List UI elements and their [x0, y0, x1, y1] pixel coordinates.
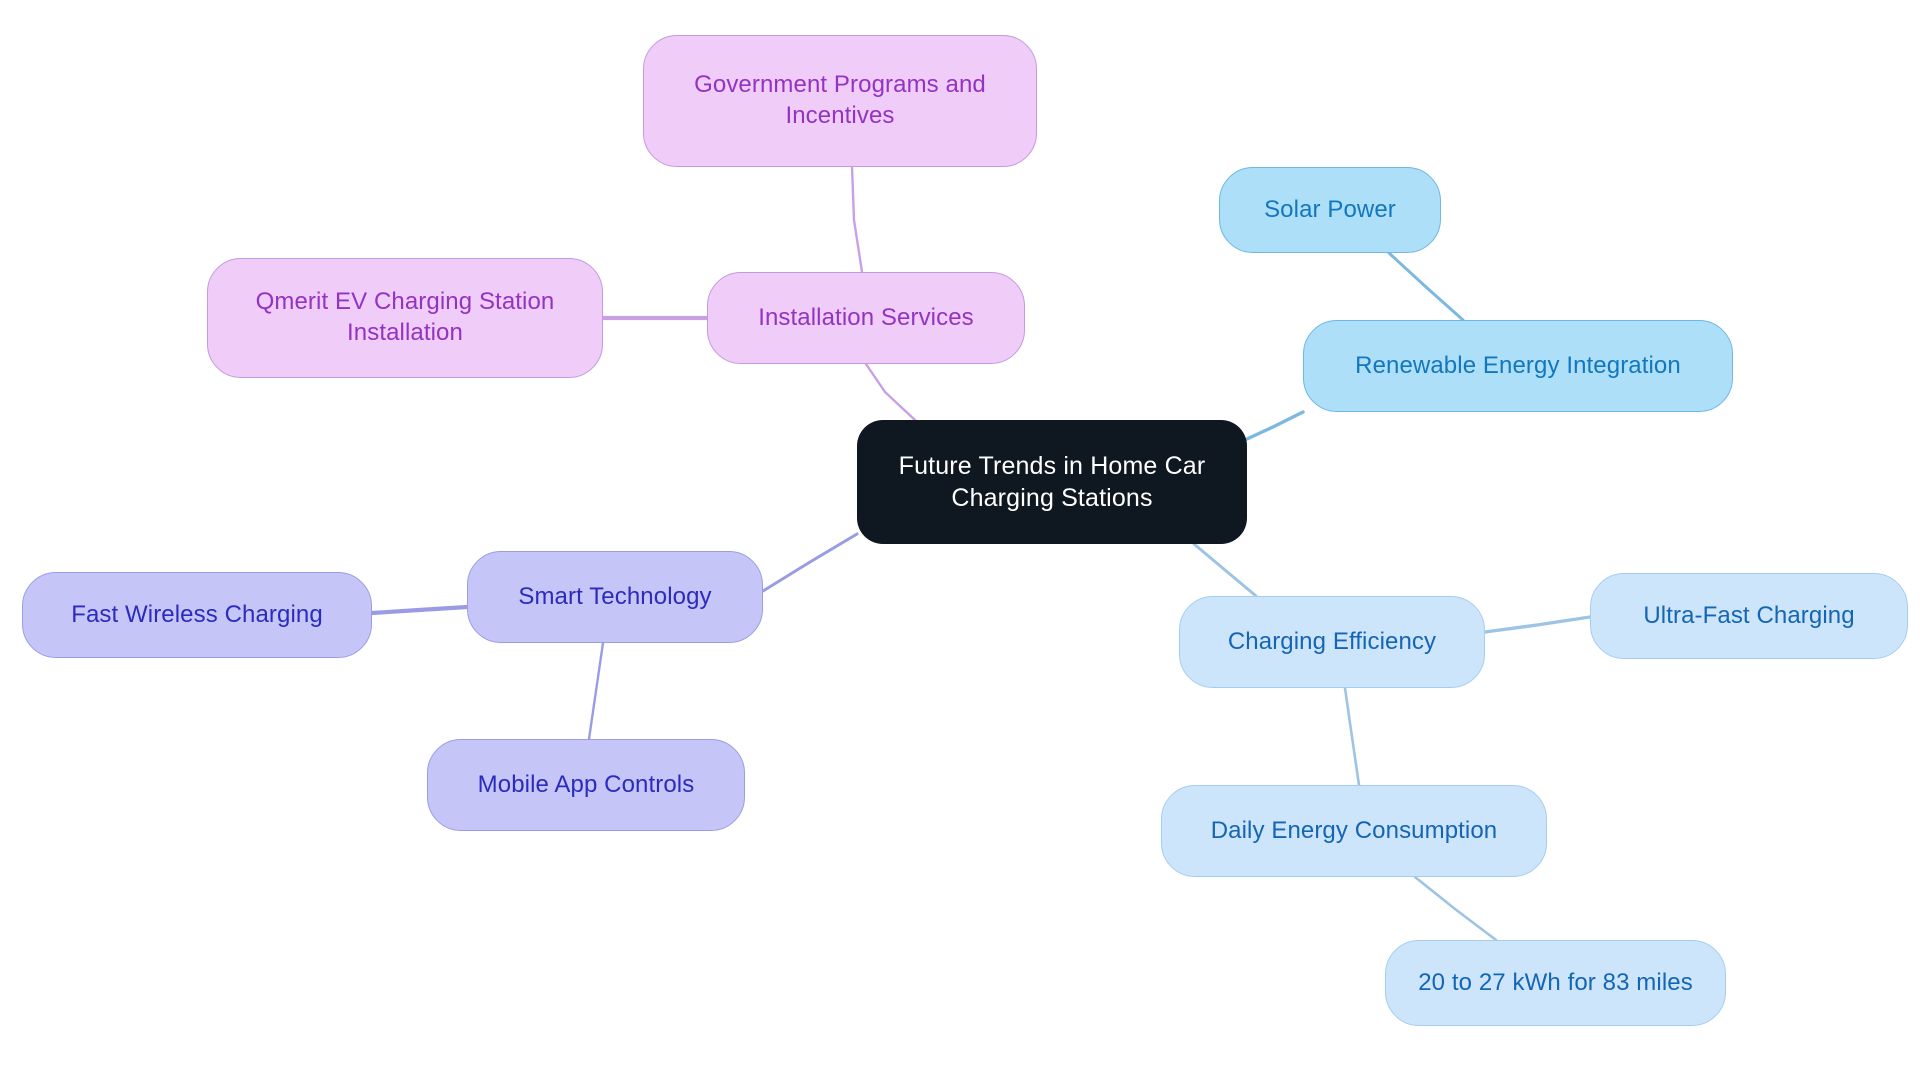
- mindmap-node-charging-efficiency[interactable]: Charging Efficiency: [1179, 596, 1485, 688]
- mindmap-node-20-to-27-kwh-for-83-miles[interactable]: 20 to 27 kWh for 83 miles: [1385, 940, 1726, 1026]
- mindmap-node-renewable-energy-integration[interactable]: Renewable Energy Integration: [1303, 320, 1733, 412]
- edge-charging-efficiency-to-daily-energy-consumption: [1343, 686, 1361, 787]
- edge-renewable-energy-integration-to-solar-power: [1387, 251, 1465, 322]
- mindmap-node-qmerit-ev-charging-station-installation[interactable]: Qmerit EV Charging Station Installation: [207, 258, 603, 378]
- edge-daily-energy-consumption-to-20-to-27-kwh-for-83-miles: [1413, 875, 1498, 942]
- edge-charging-efficiency-to-ultra-fast-charging: [1483, 615, 1592, 634]
- edge-smart-technology-to-mobile-app-controls: [587, 641, 605, 741]
- mindmap-node-fast-wireless-charging[interactable]: Fast Wireless Charging: [22, 572, 372, 658]
- mindmap-node-ultra-fast-charging[interactable]: Ultra-Fast Charging: [1590, 573, 1908, 659]
- mindmap-node-installation-services[interactable]: Installation Services: [707, 272, 1025, 364]
- edge-root-to-installation-services: [864, 362, 917, 422]
- edge-installation-services-to-government-programs-and-incentives: [850, 165, 864, 274]
- mindmap-node-daily-energy-consumption[interactable]: Daily Energy Consumption: [1161, 785, 1547, 877]
- mindmap-canvas: Future Trends in Home Car Charging Stati…: [0, 0, 1920, 1083]
- edge-root-to-charging-efficiency: [1192, 542, 1258, 598]
- edge-root-to-renewable-energy-integration: [1245, 410, 1305, 441]
- mindmap-node-solar-power[interactable]: Solar Power: [1219, 167, 1441, 253]
- mindmap-node-root[interactable]: Future Trends in Home Car Charging Stati…: [857, 420, 1247, 544]
- mindmap-node-smart-technology[interactable]: Smart Technology: [467, 551, 763, 643]
- edge-root-to-smart-technology: [761, 532, 859, 593]
- mindmap-node-government-programs-and-incentives[interactable]: Government Programs and Incentives: [643, 35, 1037, 167]
- edge-smart-technology-to-fast-wireless-charging: [369, 604, 470, 616]
- mindmap-node-mobile-app-controls[interactable]: Mobile App Controls: [427, 739, 745, 831]
